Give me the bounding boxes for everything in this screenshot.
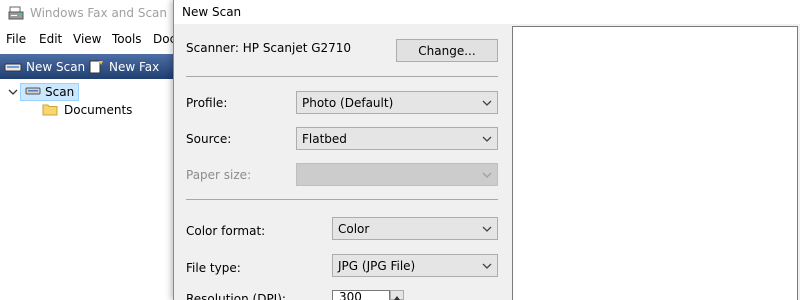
paper-size-dropdown <box>296 163 498 186</box>
resolution-up-button[interactable] <box>390 290 404 300</box>
chevron-down-icon <box>481 223 493 235</box>
separator <box>186 199 498 200</box>
tree-item-scan[interactable]: Scan <box>8 83 80 101</box>
scanner-name: Scanner: HP Scanjet G2710 <box>186 41 352 55</box>
chevron-down-icon[interactable] <box>8 85 20 99</box>
paper-size-label: Paper size: <box>186 168 252 182</box>
chevron-down-icon <box>481 133 493 145</box>
dialog-title-bar: New Scan <box>174 0 800 24</box>
color-format-dropdown[interactable]: Color <box>332 217 498 240</box>
tree-item-scan-label: Scan <box>45 85 75 99</box>
new-scan-label: New Scan <box>26 59 86 74</box>
scanner-icon <box>4 60 22 74</box>
fax-scan-app-icon <box>8 6 24 22</box>
resolution-label: Resolution (DPI): <box>186 292 286 300</box>
menu-tools[interactable]: Tools <box>112 32 142 46</box>
new-fax-label: New Fax <box>109 59 160 74</box>
chevron-up-icon <box>394 296 400 300</box>
profile-value: Photo (Default) <box>302 95 394 110</box>
file-type-value: JPG (JPG File) <box>338 258 416 273</box>
color-format-value: Color <box>338 221 370 236</box>
tree-item-documents[interactable]: Documents <box>42 101 132 119</box>
chevron-down-icon <box>481 169 493 181</box>
profile-dropdown[interactable]: Photo (Default) <box>296 91 498 114</box>
new-scan-button[interactable]: New Scan <box>4 54 85 79</box>
source-label: Source: <box>186 132 232 146</box>
menu-edit[interactable]: Edit <box>39 32 62 46</box>
folder-icon <box>42 102 58 119</box>
menu-view[interactable]: View <box>73 32 101 46</box>
file-type-label: File type: <box>186 261 241 275</box>
source-value: Flatbed <box>302 131 347 146</box>
file-type-dropdown[interactable]: JPG (JPG File) <box>332 254 498 277</box>
scan-preview-area <box>512 26 798 300</box>
menu-file[interactable]: File <box>6 32 26 46</box>
chevron-down-icon <box>481 260 493 272</box>
window-title: Windows Fax and Scan <box>30 6 168 20</box>
color-format-label: Color format: <box>186 224 266 238</box>
change-scanner-button[interactable]: Change... <box>396 39 498 62</box>
folder-tree: Scan Documents <box>0 79 175 300</box>
resolution-input[interactable]: 300 <box>332 290 390 300</box>
new-scan-dialog: New Scan Scanner: HP Scanjet G2710 Chang… <box>173 0 800 300</box>
new-fax-button[interactable]: New Fax <box>87 54 159 79</box>
tree-item-documents-label: Documents <box>64 103 133 117</box>
scanner-icon <box>25 85 41 99</box>
separator <box>186 76 498 77</box>
profile-label: Profile: <box>186 96 228 110</box>
source-dropdown[interactable]: Flatbed <box>296 127 498 150</box>
new-fax-icon <box>87 60 105 74</box>
chevron-down-icon <box>481 97 493 109</box>
dialog-title: New Scan <box>182 5 242 19</box>
